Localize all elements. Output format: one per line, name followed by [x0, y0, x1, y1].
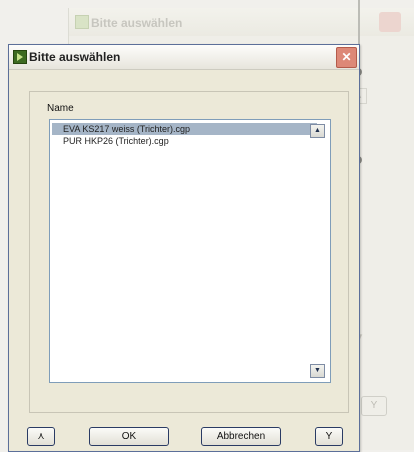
background-window-titlebar: Bitte auswählen [69, 8, 414, 36]
background-down-button: Y [361, 396, 387, 416]
app-icon [75, 15, 89, 29]
scroll-down-icon[interactable]: ▼ [310, 364, 325, 378]
list-header: Name [47, 103, 74, 114]
cancel-button[interactable]: Abbrechen [201, 427, 281, 446]
move-down-button[interactable]: Y [315, 427, 343, 446]
ok-button[interactable]: OK [89, 427, 169, 446]
dialog-titlebar[interactable]: Bitte auswählen ✕ [9, 45, 359, 70]
move-up-button[interactable]: ⋏ [27, 427, 55, 446]
close-icon[interactable]: ✕ [336, 47, 357, 68]
file-listbox[interactable]: EVA KS217 weiss (Trichter).cgp PUR HKP26… [49, 119, 331, 383]
list-item[interactable]: EVA KS217 weiss (Trichter).cgp [52, 123, 317, 135]
scroll-up-icon[interactable]: ▲ [310, 124, 325, 138]
background-close-icon [379, 12, 401, 32]
app-icon [13, 50, 27, 64]
dialog-title: Bitte auswählen [29, 50, 121, 64]
background-window-title: Bitte auswählen [91, 16, 183, 30]
list-item[interactable]: PUR HKP26 (Trichter).cgp [52, 135, 169, 147]
select-dialog: Bitte auswählen ✕ Name EVA KS217 weiss (… [8, 44, 360, 452]
